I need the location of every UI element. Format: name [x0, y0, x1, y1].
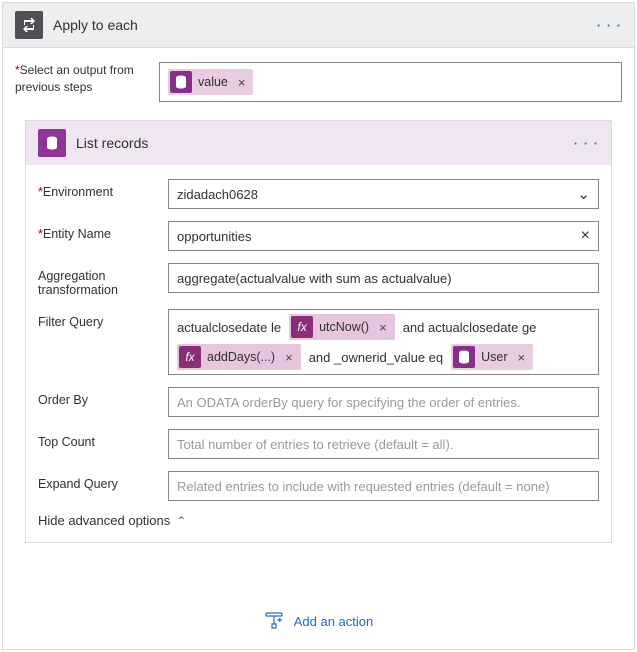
aggregation-value: aggregate(actualvalue with sum as actual… — [177, 271, 452, 286]
chip-remove[interactable]: × — [285, 350, 293, 365]
loop-icon — [15, 11, 43, 39]
database-icon — [453, 346, 475, 368]
filter-query-input[interactable]: actualclosedate le fx utcNow() × and act… — [168, 309, 599, 375]
output-from-previous-label: *Select an output from previous steps — [15, 62, 143, 96]
expand-query-label: Expand Query — [38, 471, 168, 491]
utcnow-chip[interactable]: fx utcNow() × — [289, 314, 395, 340]
hide-advanced-options[interactable]: Hide advanced options ⌃ — [38, 513, 599, 528]
apply-to-each-menu[interactable]: · · · — [597, 18, 622, 33]
value-chip-remove[interactable]: × — [238, 75, 246, 90]
apply-to-each-body: *Select an output from previous steps va… — [2, 48, 635, 650]
fx-icon: fx — [179, 346, 201, 368]
environment-value: zidadach0628 — [177, 187, 258, 202]
clear-icon[interactable]: × — [581, 227, 590, 245]
order-by-label: Order By — [38, 387, 168, 407]
entity-name-input[interactable]: opportunities × — [168, 221, 599, 251]
chevron-up-icon: ⌃ — [176, 514, 186, 528]
aggregation-input[interactable]: aggregate(actualvalue with sum as actual… — [168, 263, 599, 293]
value-chip[interactable]: value × — [168, 69, 253, 95]
top-count-input[interactable]: Total number of entries to retrieve (def… — [168, 429, 599, 459]
chevron-down-icon: ⌄ — [577, 185, 590, 203]
entity-name-value: opportunities — [177, 229, 251, 244]
add-an-action-button[interactable]: Add an action — [15, 603, 622, 635]
top-count-label: Top Count — [38, 429, 168, 449]
output-from-previous-input[interactable]: value × — [159, 62, 622, 102]
chip-remove[interactable]: × — [518, 350, 526, 365]
entity-name-label: *Entity Name — [38, 221, 168, 241]
expand-query-input[interactable]: Related entries to include with requeste… — [168, 471, 599, 501]
add-an-action-label: Add an action — [294, 614, 374, 629]
value-chip-label: value — [198, 75, 228, 89]
list-records-menu[interactable]: · · · — [574, 136, 599, 151]
aggregation-label: Aggregation transformation — [38, 263, 168, 297]
apply-to-each-header: Apply to each · · · — [2, 2, 635, 48]
environment-label: *Environment — [38, 179, 168, 199]
apply-to-each-title: Apply to each — [53, 17, 138, 33]
filter-query-label: Filter Query — [38, 309, 168, 329]
environment-select[interactable]: zidadach0628 ⌄ — [168, 179, 599, 209]
database-icon — [170, 71, 192, 93]
list-records-card: List records · · · *Environment zidadach… — [25, 120, 612, 543]
database-icon — [38, 129, 66, 157]
chip-remove[interactable]: × — [379, 320, 387, 335]
list-records-title: List records — [76, 135, 148, 151]
fx-icon: fx — [291, 316, 313, 338]
add-action-icon — [264, 611, 284, 631]
user-chip[interactable]: User × — [451, 344, 533, 370]
order-by-input[interactable]: An ODATA orderBy query for specifying th… — [168, 387, 599, 417]
adddays-chip[interactable]: fx addDays(...) × — [177, 344, 301, 370]
list-records-header: List records · · · — [26, 121, 611, 165]
